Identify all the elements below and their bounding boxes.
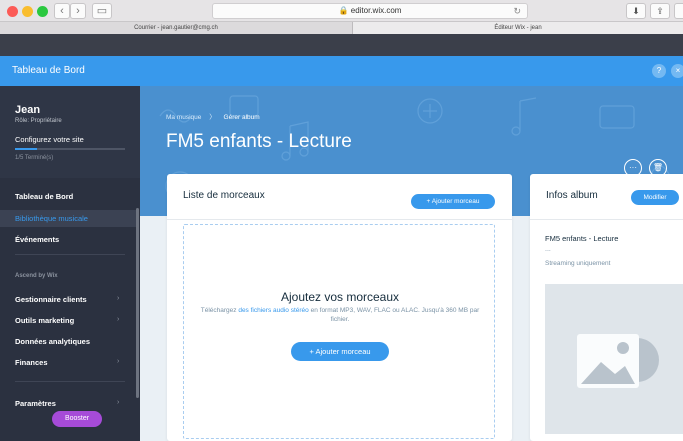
sidebar-item-dashboard[interactable]: Tableau de Bord [15,192,73,201]
upload-dropzone[interactable]: Ajoutez vos morceaux Téléchargez des fic… [183,224,495,439]
breadcrumb-root[interactable]: Ma musique [166,114,201,121]
minimize-window-button[interactable] [22,6,33,17]
zoom-window-button[interactable] [37,6,48,17]
sidebar-item-customers[interactable]: Gestionnaire clients [15,295,87,304]
user-role: Rôle: Propriétaire [15,118,62,124]
album-description: ... [545,246,551,253]
sidebar-item-marketing[interactable]: Outils marketing [15,316,74,325]
close-window-button[interactable] [7,6,18,17]
track-list-card: Liste de morceaux + Ajouter morceau Ajou… [167,174,512,441]
user-block: Jean Rôle: Propriétaire Configurez votre… [0,86,140,178]
image-placeholder-icon [577,334,659,388]
track-list-title: Liste de morceaux [183,190,265,201]
album-info-card: Infos album Modifier FM5 enfants - Lectu… [530,174,683,441]
new-tab-icon[interactable] [674,3,683,19]
breadcrumb: Ma musique 〉 Gérer album [166,111,260,121]
close-button[interactable]: × [671,64,683,78]
stereo-audio-link[interactable]: des fichiers audio stéréo [238,307,308,314]
album-status: Streaming uniquement [545,260,611,267]
browser-tab-wix[interactable]: Éditeur Wix - jean [353,22,683,34]
sidebar-toggle-icon[interactable]: ▭ [92,3,112,19]
dropzone-desc-suffix: en format MP3, WAV, FLAC ou ALAC. Jusqu'… [308,307,480,323]
sidebar-item-settings[interactable]: Paramètres [15,399,56,408]
sidebar-item-events[interactable]: Événements [15,235,59,244]
breadcrumb-current: Gérer album [223,114,260,121]
sidebar: Jean Rôle: Propriétaire Configurez votre… [0,86,140,441]
user-name: Jean [15,104,41,116]
sidebar-item-finances[interactable]: Finances [15,358,48,367]
card-divider [167,219,512,220]
back-button[interactable]: ‹ [54,3,70,19]
address-bar[interactable]: 🔒 editor.wix.com ↻ [212,3,528,19]
album-info-title: Infos album [546,190,598,201]
add-track-button-header[interactable]: + Ajouter morceau [411,194,495,209]
modify-album-button[interactable]: Modifier [631,190,679,205]
add-track-button[interactable]: + Ajouter morceau [291,342,389,361]
help-button[interactable]: ? [652,64,666,78]
modal-title: Tableau de Bord [12,65,85,76]
forward-button[interactable]: › [70,3,86,19]
setup-progress-fill [15,148,37,150]
download-icon[interactable]: ⬇ [626,3,646,19]
browser-tab-mail[interactable]: Courrier - jean.gautier@cmg.ch [0,22,353,34]
album-name: FM5 enfants - Lecture [545,234,619,243]
share-icon[interactable]: ⇪ [650,3,670,19]
dashboard-modal: Tableau de Bord ? × Jean Rôle: Propriéta… [0,56,683,441]
sidebar-divider [15,381,125,382]
album-cover[interactable] [545,284,683,434]
url-text: editor.wix.com [350,6,402,15]
card-divider [530,219,683,220]
sidebar-section-ascend: Ascend by Wix [15,273,58,279]
browser-toolbar: ‹ › ▭ 🔒 editor.wix.com ↻ ⬇ ⇪ [0,0,683,22]
chevron-right-icon: › [117,316,120,323]
chevron-right-icon: 〉 [209,114,216,121]
editor-background [0,34,683,56]
sidebar-item-music-library[interactable]: Bibliothèque musicale [0,210,136,227]
dropzone-desc-prefix: Téléchargez [200,307,239,314]
lock-icon: 🔒 [338,6,349,15]
reload-icon[interactable]: ↻ [513,4,521,18]
setup-progress-text: 1/5 Terminé(s) [15,155,54,161]
configure-site-link[interactable]: Configurez votre site [15,135,84,144]
chevron-right-icon: › [117,358,120,365]
dropzone-description: Téléchargez des fichiers audio stéréo en… [194,306,486,324]
setup-progress-bar [15,148,125,150]
sidebar-item-analytics[interactable]: Données analytiques [15,337,90,346]
chevron-right-icon: › [117,399,120,406]
sidebar-divider [15,254,125,255]
chevron-right-icon: › [117,295,120,302]
booster-button[interactable]: Booster [52,411,102,427]
page-title: FM5 enfants - Lecture [166,131,352,152]
dropzone-title: Ajoutez vos morceaux [280,290,400,304]
sidebar-scrollbar[interactable] [136,208,139,398]
modal-header: Tableau de Bord ? × [0,56,683,86]
tab-strip: Courrier - jean.gautier@cmg.ch Éditeur W… [0,22,683,34]
